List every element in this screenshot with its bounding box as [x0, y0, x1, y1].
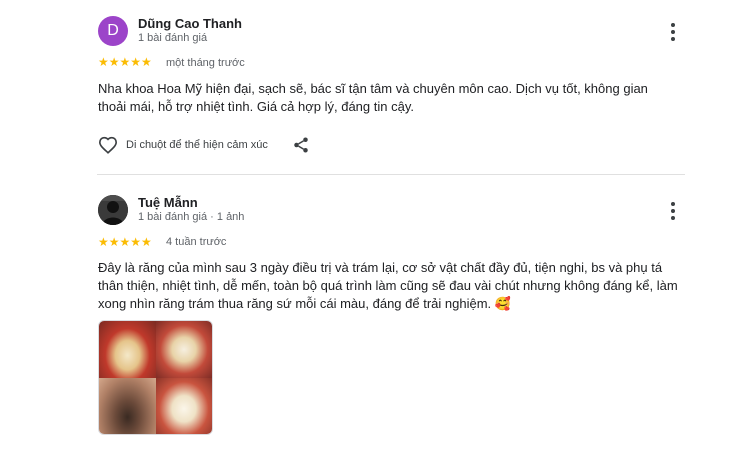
avatar[interactable] — [98, 195, 128, 225]
star-rating: ★★★★★ — [98, 55, 152, 69]
review-actions: Di chuột để thể hiện cảm xúc — [98, 136, 268, 154]
review-time: 4 tuần trước — [166, 236, 227, 248]
reviewer-name[interactable]: Tuệ Mẫnn — [138, 195, 198, 210]
reviewer-name[interactable]: Dũng Cao Thanh — [138, 16, 242, 31]
reviewer-meta: 1 bài đánh giá — [138, 32, 208, 44]
more-options-button[interactable] — [663, 201, 683, 221]
photo-tile — [99, 377, 156, 434]
review-text: Đây là răng của mình sau 3 ngày điều trị… — [98, 260, 678, 311]
review-text: Nha khoa Hoa Mỹ hiện đại, sạch sẽ, bác s… — [98, 81, 648, 114]
star-rating: ★★★★★ — [98, 235, 152, 249]
photo-tile — [99, 321, 156, 378]
review-time: một tháng trước — [166, 57, 245, 69]
heart-icon[interactable] — [98, 136, 118, 154]
avatar-letter: D — [107, 22, 119, 39]
avatar-photo-icon — [98, 195, 128, 225]
photo-tile — [155, 377, 212, 434]
review-photo[interactable] — [98, 320, 213, 435]
avatar[interactable]: D — [98, 16, 128, 46]
share-icon[interactable] — [292, 136, 310, 154]
divider — [97, 174, 685, 175]
react-label: Di chuột để thể hiện cảm xúc — [126, 139, 268, 151]
reviewer-meta: 1 bài đánh giá · 1 ảnh — [138, 211, 245, 223]
photo-tile — [155, 321, 212, 378]
more-options-button[interactable] — [663, 22, 683, 42]
